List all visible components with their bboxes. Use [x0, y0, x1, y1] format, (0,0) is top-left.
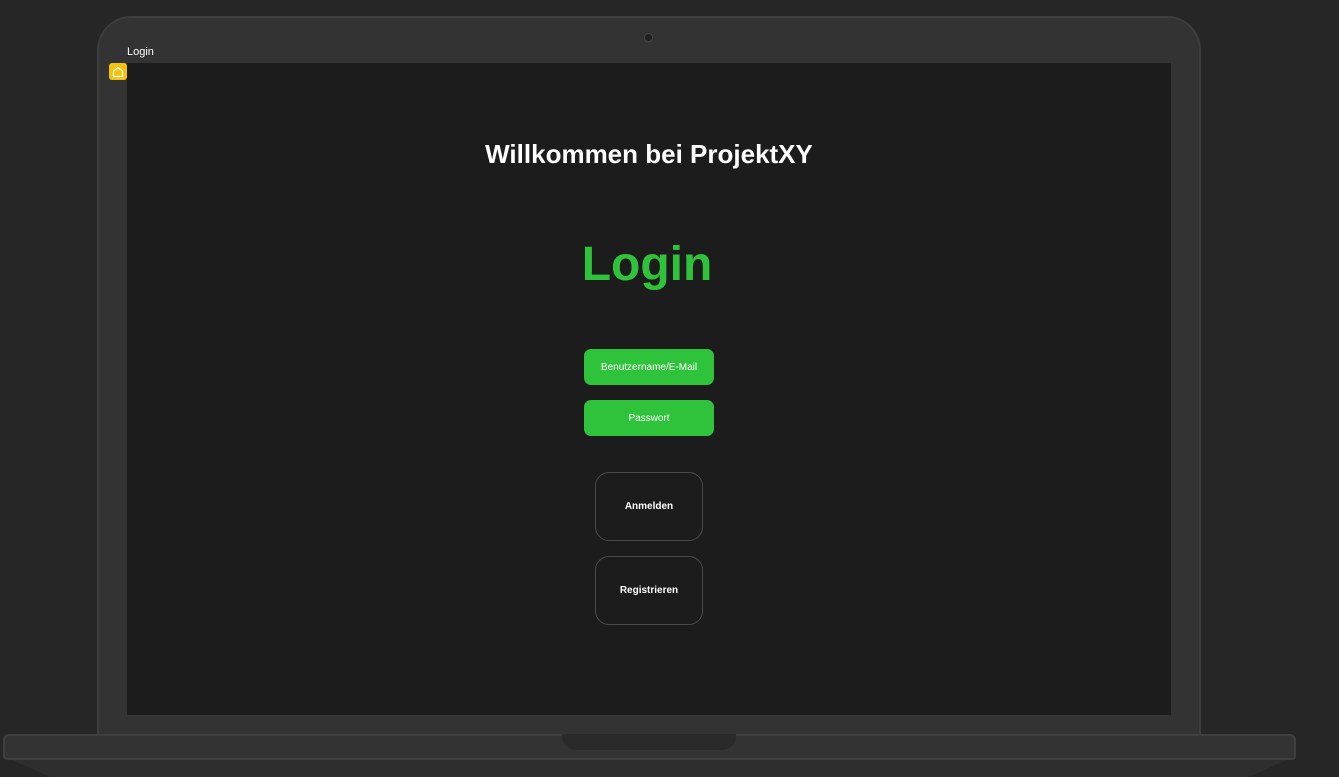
app-screen: Willkommen bei ProjektXY Login Anmelden …	[127, 63, 1171, 715]
register-button[interactable]: Registrieren	[595, 556, 703, 625]
username-input[interactable]	[584, 349, 714, 385]
camera-icon	[644, 33, 653, 42]
laptop-mockup: Login Willkommen bei ProjektXY Login Anm…	[0, 0, 1339, 777]
home-icon[interactable]	[109, 63, 127, 80]
window-title: Login	[127, 46, 154, 58]
login-heading: Login	[581, 238, 713, 291]
laptop-base-notch	[562, 734, 736, 750]
login-button[interactable]: Anmelden	[595, 472, 703, 541]
password-input[interactable]	[584, 400, 714, 436]
laptop-base-foot	[12, 760, 1287, 777]
welcome-title: Willkommen bei ProjektXY	[485, 139, 813, 169]
